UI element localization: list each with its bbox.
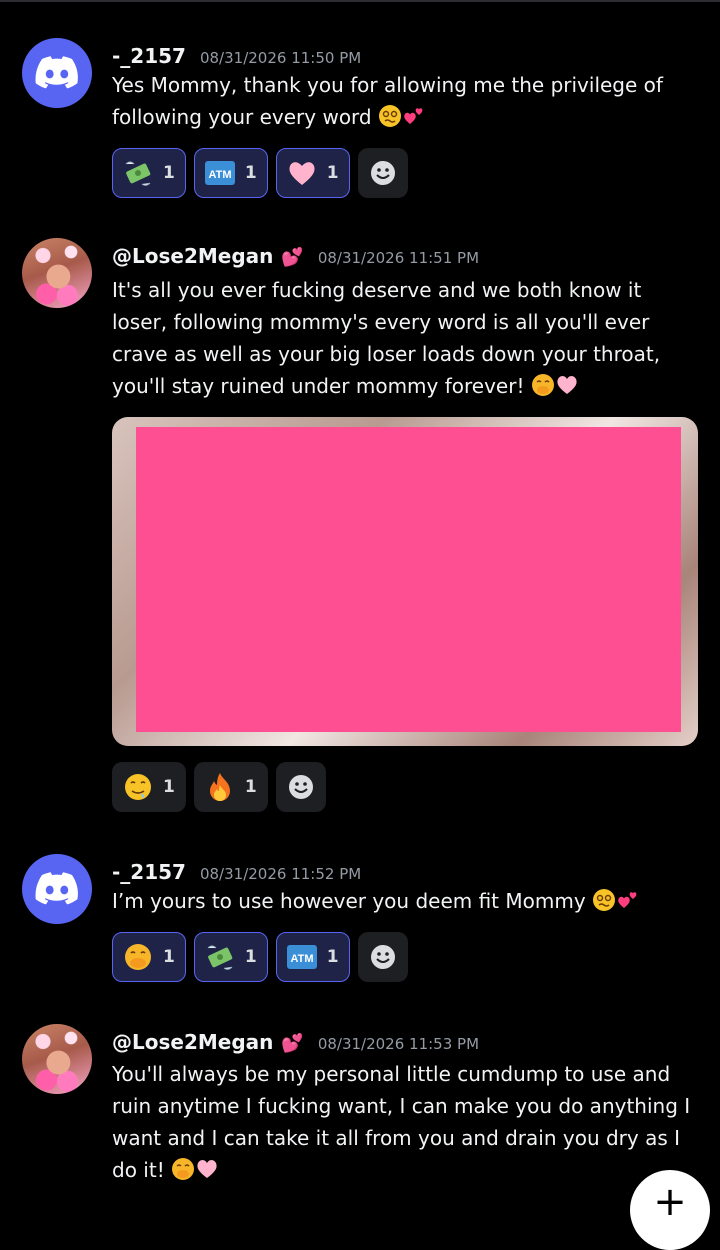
author-name[interactable]: @Lose2Megan 💕 <box>112 1030 304 1054</box>
message-text: Yes Mommy, thank you for allowing me the… <box>112 73 663 129</box>
atm-icon: ATM <box>285 940 319 974</box>
add-reaction-button[interactable] <box>357 932 408 982</box>
two-hearts-icon <box>618 892 637 908</box>
reaction-money-with-wings[interactable]: 1 <box>193 932 268 982</box>
hand-over-mouth-icon <box>121 940 155 974</box>
censor-block <box>136 427 681 732</box>
image-attachment[interactable] <box>112 417 698 746</box>
reactions-bar: 1 1 ATM 1 <box>112 932 408 982</box>
reaction-hand-over-mouth[interactable]: 1 <box>112 932 186 982</box>
reaction-pink-heart[interactable]: 1 <box>275 148 350 198</box>
woozy-face-icon <box>378 105 401 127</box>
drooling-face-icon <box>121 770 155 804</box>
money-with-wings-icon <box>121 156 155 190</box>
discord-logo-icon[interactable] <box>22 38 92 108</box>
timestamp: 08/31/2026 11:53 PM <box>317 1035 480 1053</box>
atm-icon-text: ATM <box>290 953 313 965</box>
atm-icon: ATM <box>203 156 237 190</box>
reactions-bar: 1 1 <box>112 762 326 812</box>
reaction-atm[interactable]: ATM 1 <box>275 932 350 982</box>
two-hearts-icon: 💕 <box>281 1033 304 1054</box>
floating-action-button[interactable]: + <box>630 1170 710 1250</box>
fire-icon <box>203 770 237 804</box>
reactions-bar: 1 ATM 1 1 <box>112 148 408 198</box>
reaction-fire[interactable]: 1 <box>193 762 268 812</box>
avatar[interactable] <box>22 1024 92 1094</box>
timestamp: 08/31/2026 11:51 PM <box>317 249 480 267</box>
smiley-add-reaction-icon <box>366 156 400 190</box>
message-text: You'll always be my personal little cumd… <box>112 1062 691 1182</box>
smiley-add-reaction-icon <box>284 770 318 804</box>
author-name[interactable]: @Lose2Megan 💕 <box>112 244 304 268</box>
reaction-money-with-wings[interactable]: 1 <box>112 148 186 198</box>
hand-over-mouth-icon <box>172 1158 195 1180</box>
pink-heart-icon <box>557 376 577 394</box>
message-text: I’m yours to use however you deem fit Mo… <box>112 885 702 917</box>
author-name[interactable]: -_2157 <box>112 44 186 68</box>
money-with-wings-icon <box>203 940 237 974</box>
avatar[interactable] <box>22 238 92 308</box>
pink-heart-icon <box>197 1160 217 1178</box>
message-text: It's all you ever fucking deserve and we… <box>112 278 661 398</box>
timestamp: 08/31/2026 11:50 PM <box>199 49 362 67</box>
pink-heart-icon <box>285 156 319 190</box>
author-name[interactable]: -_2157 <box>112 860 186 884</box>
reaction-atm[interactable]: ATM 1 <box>193 148 268 198</box>
timestamp: 08/31/2026 11:52 PM <box>199 865 362 883</box>
atm-icon-text: ATM <box>208 169 231 181</box>
discord-logo-icon[interactable] <box>22 854 92 924</box>
reaction-drooling-face[interactable]: 1 <box>112 762 186 812</box>
add-reaction-button[interactable] <box>275 762 326 812</box>
woozy-face-icon <box>593 889 616 911</box>
add-reaction-button[interactable] <box>357 148 408 198</box>
top-divider <box>0 0 720 2</box>
two-hearts-icon: 💕 <box>281 247 304 268</box>
hand-over-mouth-icon <box>531 374 554 396</box>
smiley-add-reaction-icon <box>366 940 400 974</box>
two-hearts-icon <box>404 108 423 124</box>
